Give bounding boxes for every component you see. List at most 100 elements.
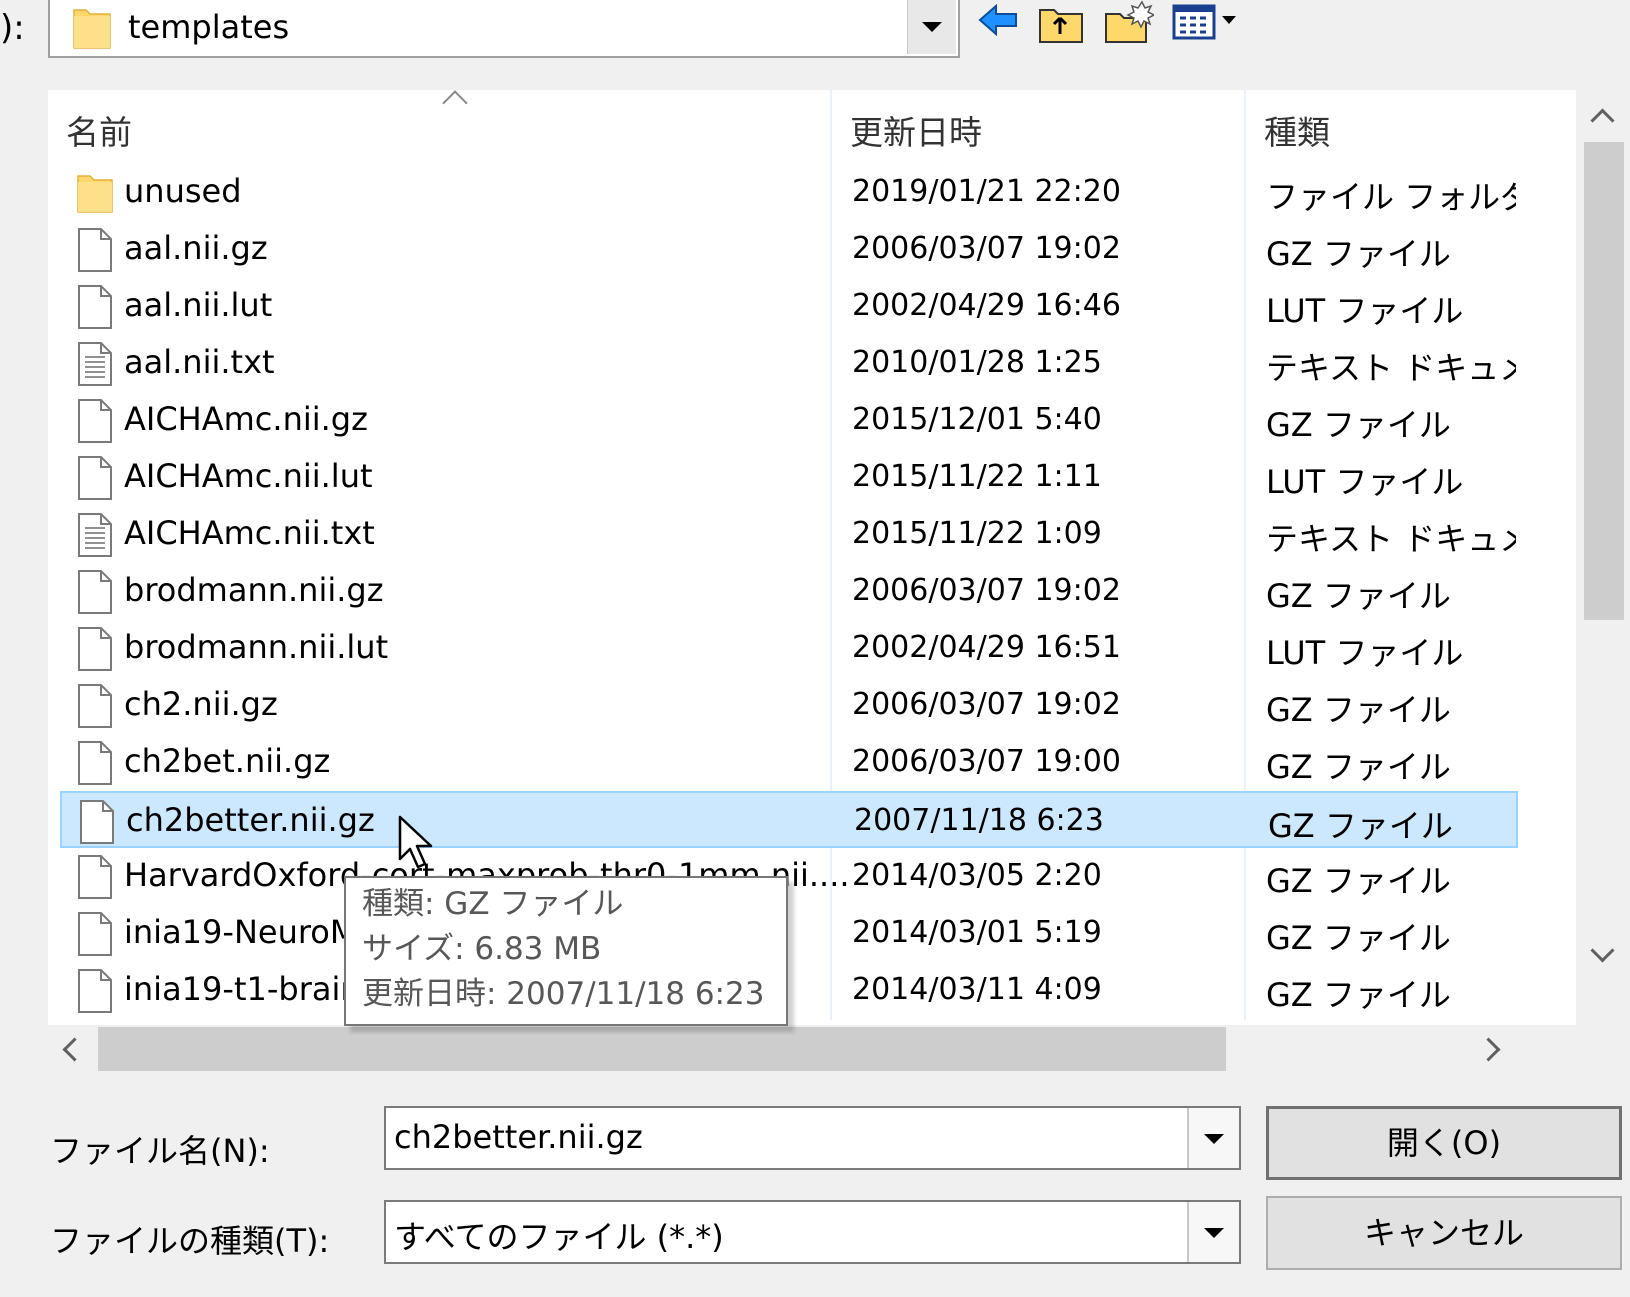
file-row[interactable]: AICHAmc.nii.txt 2015/11/22 1:09 テキスト ドキュメン… bbox=[60, 506, 1518, 563]
file-type: LUT ファイル bbox=[1266, 463, 1464, 501]
scroll-right-icon[interactable] bbox=[1476, 1037, 1501, 1062]
file-row[interactable]: inia19-NeuroMaps.nii.gz 2014/03/01 5:19 GZ… bbox=[60, 905, 1518, 962]
text-file-icon bbox=[76, 512, 114, 562]
filetype-dropdown-button[interactable] bbox=[1187, 1202, 1239, 1262]
file-modified-date: 2006/03/07 19:02 bbox=[852, 231, 1121, 266]
vertical-scroll-thumb[interactable] bbox=[1584, 142, 1624, 620]
chevron-down-icon bbox=[1204, 1134, 1224, 1144]
file-name: aal.nii.lut bbox=[124, 286, 273, 324]
file-name: ch2bet.nii.gz bbox=[124, 742, 331, 780]
chevron-down-icon bbox=[1204, 1228, 1224, 1238]
file-type: GZ ファイル bbox=[1266, 976, 1451, 1014]
column-header-type[interactable]: 種類 bbox=[1264, 106, 1330, 154]
up-folder-icon[interactable] bbox=[1036, 0, 1086, 48]
folder-icon bbox=[72, 4, 112, 54]
filetype-combo[interactable]: すべてのファイル (*.*) bbox=[384, 1200, 1241, 1264]
cancel-button[interactable]: キャンセル bbox=[1266, 1196, 1622, 1270]
horizontal-scroll-thumb[interactable] bbox=[98, 1027, 1226, 1071]
open-button[interactable]: 開く(O) bbox=[1266, 1106, 1622, 1180]
folder-icon bbox=[76, 170, 114, 218]
file-modified-date: 2014/03/05 2:20 bbox=[852, 858, 1102, 893]
column-header-name[interactable]: 名前 bbox=[66, 106, 132, 154]
file-type: GZ ファイル bbox=[1266, 919, 1451, 957]
file-row[interactable]: brodmann.nii.lut 2002/04/29 16:51 LUT ファイル bbox=[60, 620, 1518, 677]
file-name: brodmann.nii.lut bbox=[124, 628, 389, 666]
filename-dropdown-button[interactable] bbox=[1187, 1108, 1239, 1168]
column-header-date[interactable]: 更新日時 bbox=[850, 106, 982, 154]
file-name: aal.nii.gz bbox=[124, 229, 268, 267]
filename-input[interactable]: ch2better.nii.gz bbox=[394, 1118, 643, 1156]
look-in-dropdown-button[interactable] bbox=[907, 0, 956, 54]
file-type: GZ ファイル bbox=[1266, 577, 1451, 615]
file-modified-date: 2015/11/22 1:11 bbox=[852, 459, 1102, 494]
file-type: LUT ファイル bbox=[1266, 634, 1464, 672]
scroll-down-icon[interactable] bbox=[1590, 938, 1615, 963]
file-modified-date: 2002/04/29 16:51 bbox=[852, 630, 1121, 665]
file-type: GZ ファイル bbox=[1266, 862, 1451, 900]
scroll-up-icon[interactable] bbox=[1590, 108, 1615, 133]
back-arrow-icon[interactable] bbox=[976, 0, 1022, 44]
file-icon bbox=[76, 911, 114, 961]
file-name: unused bbox=[124, 172, 242, 210]
file-type: GZ ファイル bbox=[1268, 807, 1453, 845]
file-modified-date: 2006/03/07 19:00 bbox=[852, 744, 1121, 779]
file-icon bbox=[76, 968, 114, 1018]
file-name: aal.nii.txt bbox=[124, 343, 275, 381]
file-type: GZ ファイル bbox=[1266, 235, 1451, 273]
file-type: LUT ファイル bbox=[1266, 292, 1464, 330]
file-modified-date: 2015/12/01 5:40 bbox=[852, 402, 1102, 437]
file-row[interactable]: brodmann.nii.gz 2006/03/07 19:02 GZ ファイル bbox=[60, 563, 1518, 620]
file-icon bbox=[76, 854, 114, 904]
file-row-selected[interactable]: ch2better.nii.gz 2007/11/18 6:23 GZ ファイル bbox=[60, 791, 1518, 848]
file-icon bbox=[76, 626, 114, 676]
file-modified-date: 2014/03/11 4:09 bbox=[852, 972, 1102, 1007]
file-row[interactable]: HarvardOxford-cort-maxprob-thr0-1mm.nii.… bbox=[60, 848, 1518, 905]
file-icon bbox=[76, 569, 114, 619]
tooltip-type: 種類: GZ ファイル bbox=[362, 886, 624, 922]
scroll-left-icon[interactable] bbox=[62, 1037, 87, 1062]
file-icon bbox=[76, 740, 114, 790]
sort-ascending-icon bbox=[442, 90, 468, 116]
look-in-combo[interactable]: templates bbox=[48, 0, 960, 58]
file-row[interactable]: unused 2019/01/21 22:20 ファイル フォルダー bbox=[60, 164, 1518, 221]
file-row[interactable]: ch2.nii.gz 2006/03/07 19:02 GZ ファイル bbox=[60, 677, 1518, 734]
file-name: brodmann.nii.gz bbox=[124, 571, 384, 609]
file-modified-date: 2019/01/21 22:20 bbox=[852, 174, 1121, 209]
file-icon bbox=[76, 683, 114, 733]
filetype-value: すべてのファイル (*.*) bbox=[394, 1218, 724, 1256]
chevron-down-icon bbox=[922, 22, 942, 32]
filename-label: ファイル名(N): bbox=[50, 1132, 270, 1170]
file-icon bbox=[76, 398, 114, 448]
file-name: AICHAmc.nii.txt bbox=[124, 514, 375, 552]
file-row[interactable]: inia19-t1-brain.nii.gz 2014/03/11 4:09 GZ … bbox=[60, 962, 1518, 1019]
file-icon bbox=[76, 227, 114, 277]
file-modified-date: 2010/01/28 1:25 bbox=[852, 345, 1102, 380]
horizontal-scrollbar[interactable] bbox=[48, 1025, 1576, 1075]
mouse-pointer-icon bbox=[398, 815, 438, 877]
file-row[interactable]: aal.nii.txt 2010/01/28 1:25 テキスト ドキュメント bbox=[60, 335, 1518, 392]
view-menu-icon[interactable] bbox=[1170, 0, 1250, 48]
file-icon bbox=[76, 455, 114, 505]
file-modified-date: 2006/03/07 19:02 bbox=[852, 687, 1121, 722]
file-modified-date: 2014/03/01 5:19 bbox=[852, 915, 1102, 950]
file-modified-date: 2007/11/18 6:23 bbox=[854, 803, 1104, 838]
file-row[interactable]: aal.nii.lut 2002/04/29 16:46 LUT ファイル bbox=[60, 278, 1518, 335]
file-type: GZ ファイル bbox=[1266, 748, 1451, 786]
new-folder-icon[interactable] bbox=[1102, 0, 1156, 48]
file-row[interactable]: ch2bet.nii.gz 2006/03/07 19:00 GZ ファイル bbox=[60, 734, 1518, 791]
look-in-value: templates bbox=[128, 8, 290, 46]
file-info-tooltip: 種類: GZ ファイル サイズ: 6.83 MB 更新日時: 2007/11/1… bbox=[344, 876, 788, 1026]
file-modified-date: 2015/11/22 1:09 bbox=[852, 516, 1102, 551]
filename-combo[interactable]: ch2better.nii.gz bbox=[384, 1106, 1241, 1170]
file-row[interactable]: aal.nii.gz 2006/03/07 19:02 GZ ファイル bbox=[60, 221, 1518, 278]
file-row[interactable]: AICHAmc.nii.gz 2015/12/01 5:40 GZ ファイル bbox=[60, 392, 1518, 449]
file-row[interactable]: AICHAmc.nii.lut 2015/11/22 1:11 LUT ファイル bbox=[60, 449, 1518, 506]
file-name: AICHAmc.nii.gz bbox=[124, 400, 368, 438]
vertical-scrollbar[interactable] bbox=[1576, 90, 1630, 1025]
file-list[interactable]: 名前 更新日時 種類 unused 2019/01/21 22:20 ファイル フォ… bbox=[48, 90, 1576, 1025]
file-name: ch2.nii.gz bbox=[124, 685, 278, 723]
file-icon bbox=[76, 284, 114, 334]
file-icon bbox=[78, 799, 116, 849]
file-modified-date: 2006/03/07 19:02 bbox=[852, 573, 1121, 608]
tooltip-size: サイズ: 6.83 MB bbox=[362, 931, 602, 967]
